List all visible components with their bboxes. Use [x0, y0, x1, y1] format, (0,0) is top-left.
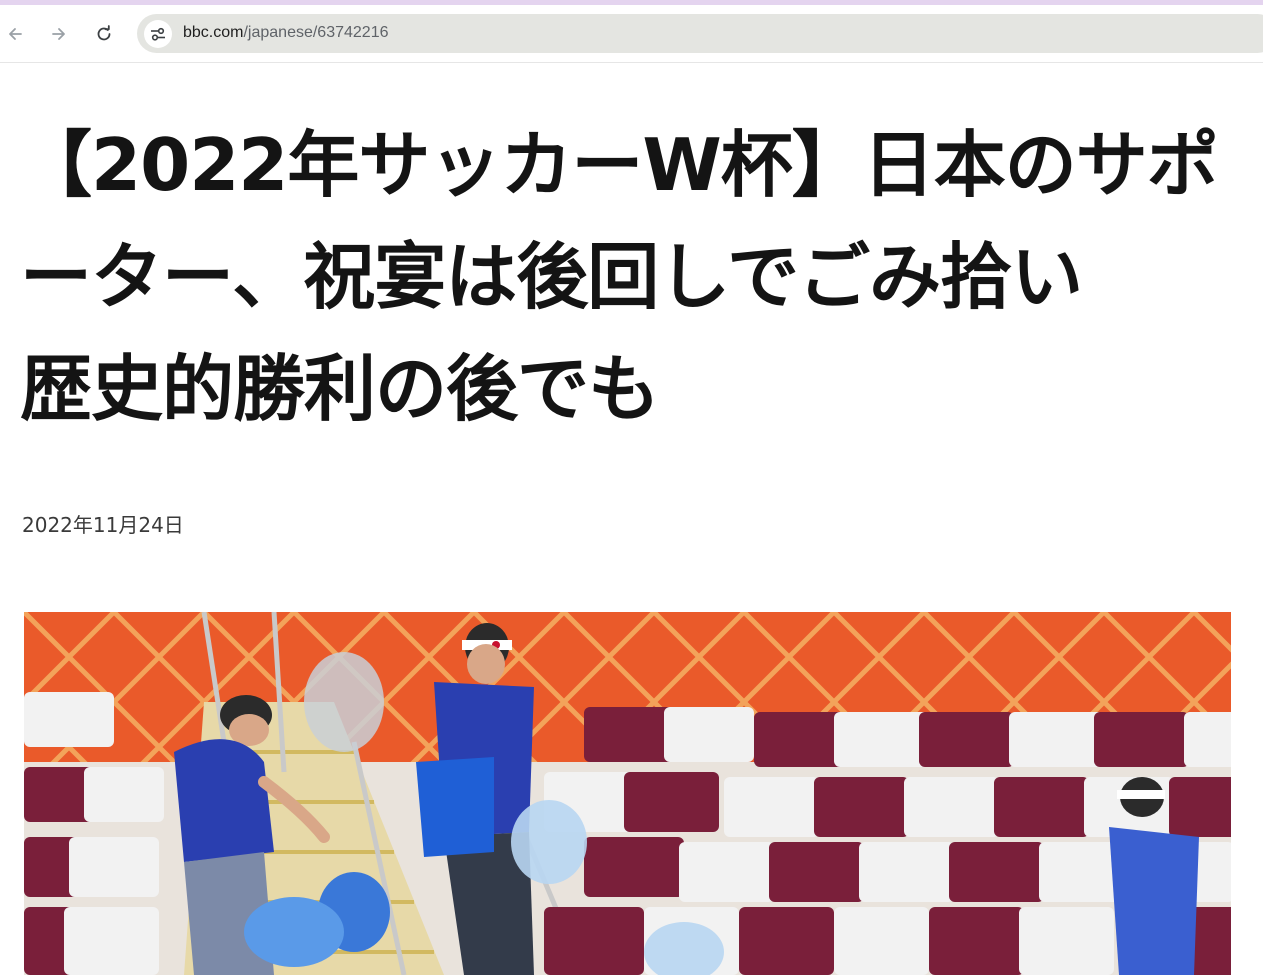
arrow-right-icon	[52, 28, 65, 40]
browser-toolbar: bbc.com/japanese/63742216	[0, 5, 1263, 63]
url-text[interactable]: bbc.com/japanese/63742216	[183, 24, 389, 42]
article-page: 【2022年サッカーW杯】日本のサポーター、祝宴は後回しでごみ拾い 歴史的勝利の…	[0, 63, 1263, 975]
reload-button[interactable]	[89, 19, 119, 49]
forward-button[interactable]	[44, 19, 74, 49]
address-bar[interactable]: bbc.com/japanese/63742216	[137, 14, 1263, 53]
site-info-button[interactable]	[144, 20, 172, 48]
url-path: /japanese/63742216	[243, 24, 389, 41]
url-domain: bbc.com	[183, 24, 244, 41]
article-headline: 【2022年サッカーW杯】日本のサポーター、祝宴は後回しでごみ拾い 歴史的勝利の…	[20, 123, 1219, 431]
reload-icon	[97, 25, 111, 41]
article-date: 2022年11月24日	[22, 513, 184, 537]
back-button[interactable]	[0, 19, 30, 49]
article-hero-image	[24, 612, 1231, 975]
tune-icon	[151, 27, 165, 41]
arrow-left-icon	[9, 28, 22, 40]
stadium-photo	[24, 612, 1231, 975]
